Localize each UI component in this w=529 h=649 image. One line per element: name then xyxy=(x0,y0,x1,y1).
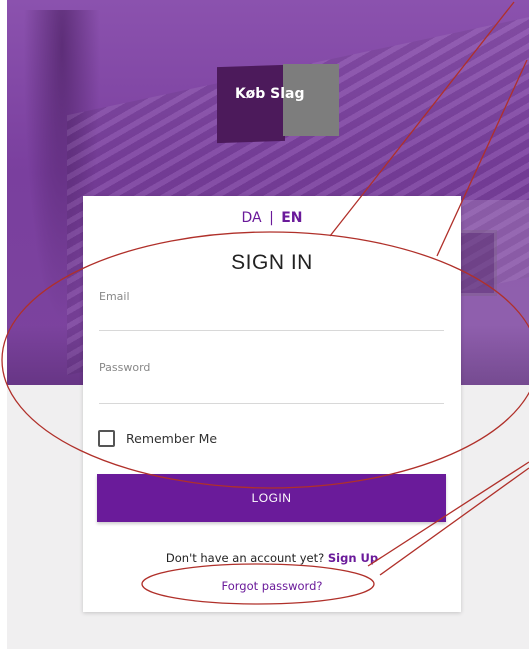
signup-prompt-row: Don't have an account yet? Sign Up xyxy=(83,551,461,565)
language-en-link[interactable]: EN xyxy=(281,210,302,226)
language-separator: | xyxy=(269,210,274,226)
language-da-link[interactable]: DA xyxy=(241,210,261,226)
password-label: Password xyxy=(99,361,151,374)
building-window xyxy=(457,230,497,296)
signup-link[interactable]: Sign Up xyxy=(328,551,378,565)
brand-logo[interactable]: Køb Slag xyxy=(217,62,341,144)
checkbox-unchecked-icon[interactable] xyxy=(98,430,115,447)
email-field[interactable] xyxy=(99,306,444,328)
password-field[interactable] xyxy=(99,378,444,400)
password-underline xyxy=(99,403,444,404)
remember-me-label[interactable]: Remember Me xyxy=(126,431,217,446)
page-title: SIGN IN xyxy=(231,251,313,274)
login-button[interactable]: LOGIN xyxy=(97,474,446,522)
language-switcher: DA | EN xyxy=(83,210,461,226)
forgot-password-link[interactable]: Forgot password? xyxy=(83,579,461,593)
page-frame: Køb Slag DA | EN SIGN IN Email Password … xyxy=(7,0,529,649)
remember-me-row[interactable]: Remember Me xyxy=(98,430,217,447)
email-label: Email xyxy=(99,290,130,303)
logo-dark-block xyxy=(217,64,285,144)
sign-in-card: DA | EN SIGN IN Email Password Remember … xyxy=(83,196,461,612)
signup-prompt-text: Don't have an account yet? xyxy=(165,551,325,565)
logo-text: Køb Slag xyxy=(235,86,305,102)
email-underline xyxy=(99,330,444,331)
